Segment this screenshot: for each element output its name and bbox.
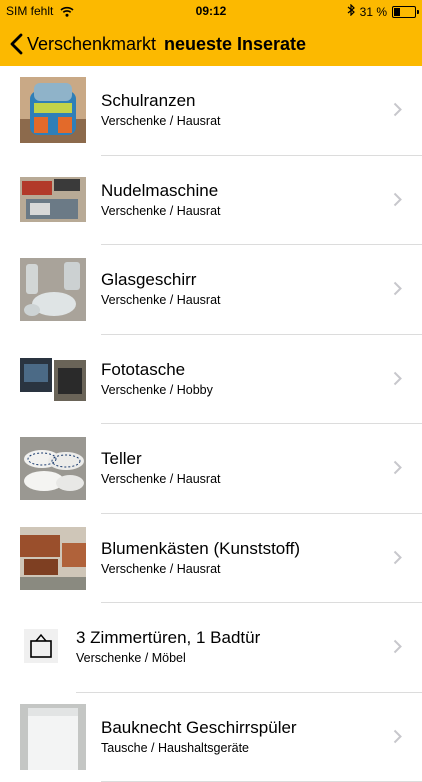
status-right: 31 % [347,4,416,19]
listing-title: 3 Zimmertüren, 1 Badtür [76,628,260,648]
chevron-right-icon [393,550,402,565]
listing-row[interactable]: Glasgeschirr Verschenke / Hausrat [0,245,422,335]
chevron-right-icon [393,281,402,296]
status-bar: SIM fehlt 09:12 31 % [0,0,422,22]
listing-thumbnail [20,437,86,500]
listing-row[interactable]: Bauknecht Geschirrspüler Tausche / Haush… [0,693,422,782]
listing-thumbnail [20,527,86,590]
listing-row[interactable]: Fototasche Verschenke / Hobby [0,335,422,425]
listing-text: Nudelmaschine Verschenke / Hausrat [101,181,221,218]
listing-text: Schulranzen Verschenke / Hausrat [101,91,221,128]
battery-icon [392,6,416,18]
back-button-label: Verschenkmarkt [27,34,156,55]
chevron-left-icon [10,33,23,55]
top-bar: SIM fehlt 09:12 31 % [0,0,422,66]
listing-row[interactable]: Blumenkästen (Kunststoff) Verschenke / H… [0,514,422,604]
listing-title: Nudelmaschine [101,181,221,201]
listing-category: Tausche / Haushaltsgeräte [101,741,297,755]
listing-thumbnail [20,704,86,770]
bluetooth-icon [347,4,355,19]
listing-category: Verschenke / Hobby [101,383,213,397]
chevron-right-icon [393,460,402,475]
listing-category: Verschenke / Hausrat [101,472,221,486]
battery-fill [394,8,400,16]
listing-text: Glasgeschirr Verschenke / Hausrat [101,270,221,307]
listing-thumbnail [20,258,86,321]
listing-thumbnail [20,177,86,222]
listing-thumbnail [20,356,86,401]
listing-title: Glasgeschirr [101,270,221,290]
listing-title: Bauknecht Geschirrspüler [101,718,297,738]
chevron-right-icon [393,729,402,744]
listing-category: Verschenke / Hausrat [101,114,221,128]
listing-category: Verschenke / Hausrat [101,562,300,576]
listing-list: Schulranzen Verschenke / Hausrat Nudelma… [0,66,422,782]
chevron-right-icon [393,192,402,207]
listing-text: Bauknecht Geschirrspüler Tausche / Haush… [101,718,297,755]
back-button[interactable]: Verschenkmarkt [10,30,156,58]
listing-text: Fototasche Verschenke / Hobby [101,360,213,397]
chevron-right-icon [393,639,402,654]
listing-title: Blumenkästen (Kunststoff) [101,539,300,559]
listing-category: Verschenke / Hausrat [101,293,221,307]
listing-text: Blumenkästen (Kunststoff) Verschenke / H… [101,539,300,576]
listing-title: Teller [101,449,221,469]
chevron-right-icon [393,371,402,386]
battery-percent: 31 % [360,5,387,19]
listing-category: Verschenke / Hausrat [101,204,221,218]
listing-thumbnail [20,77,86,143]
listing-row[interactable]: Teller Verschenke / Hausrat [0,424,422,514]
listing-text: Teller Verschenke / Hausrat [101,449,221,486]
listing-title: Fototasche [101,360,213,380]
navigation-bar: Verschenkmarkt neueste Inserate [0,22,422,66]
listing-row[interactable]: Nudelmaschine Verschenke / Hausrat [0,156,422,246]
listing-text: 3 Zimmertüren, 1 Badtür Verschenke / Möb… [76,628,260,665]
page-title: neueste Inserate [164,34,306,55]
listing-category: Verschenke / Möbel [76,651,260,665]
listing-title: Schulranzen [101,91,221,111]
image-placeholder-icon [24,629,58,663]
listing-row[interactable]: 3 Zimmertüren, 1 Badtür Verschenke / Möb… [0,603,422,693]
chevron-right-icon [393,102,402,117]
listing-row[interactable]: Schulranzen Verschenke / Hausrat [0,66,422,156]
